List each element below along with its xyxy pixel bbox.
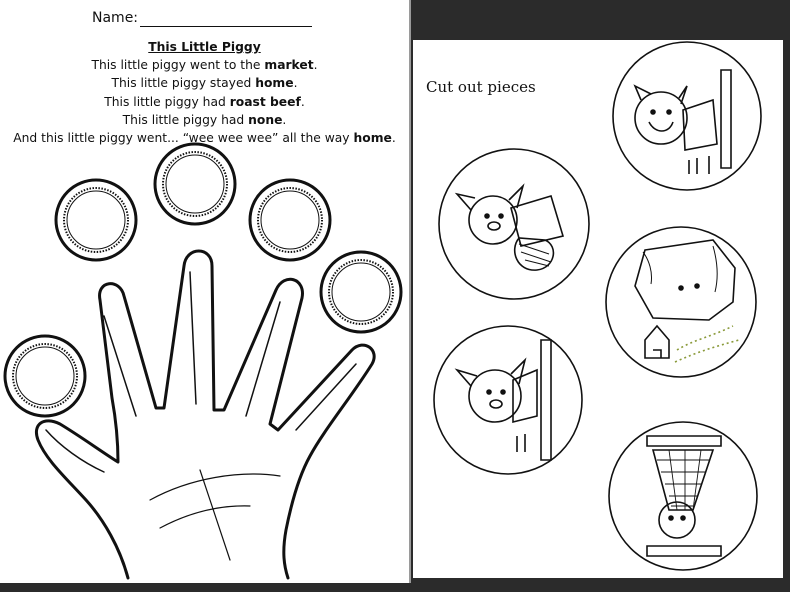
piggy-market-piece[interactable] [438,148,590,300]
piggy-roast-beef-piece[interactable] [612,41,762,191]
cutout-page: Cut out pieces [413,40,783,578]
piggy-wee-wee-home-piece[interactable] [605,226,757,378]
piggy-stayed-home-piece[interactable] [608,421,758,571]
toe-circle-pinky [319,250,403,334]
hand-diagram [3,142,403,580]
toe-circle-ring [248,178,332,262]
toe-circle-middle [153,142,237,226]
hand-outline [35,249,376,580]
worksheet-page: Name: This Little Piggy This little pigg… [0,0,411,583]
cutout-pieces [433,41,762,571]
piggy-none-piece[interactable] [433,325,583,475]
toe-circle-thumb [3,334,87,418]
toe-circle-index [54,178,138,262]
